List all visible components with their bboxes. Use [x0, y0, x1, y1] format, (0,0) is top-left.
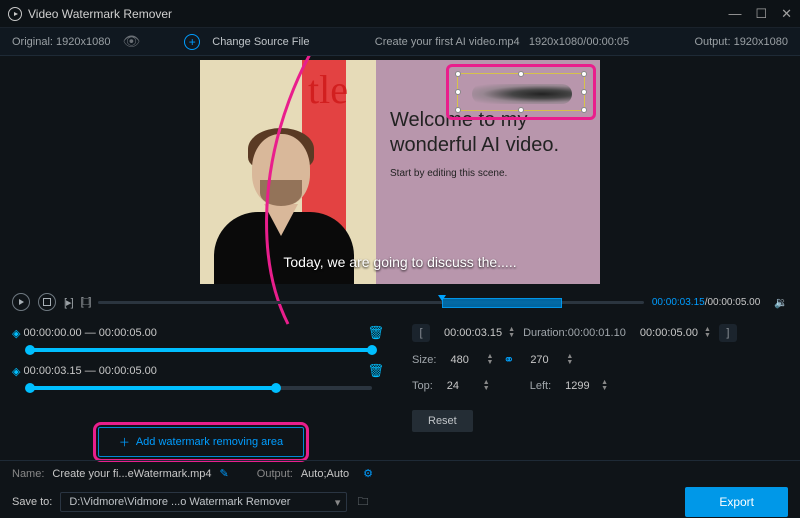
stepper[interactable]: ▲▼	[566, 354, 573, 366]
resize-handle-tl[interactable]	[455, 71, 461, 77]
save-path-value: D:\Vidmore\Vidmore ...o Watermark Remove…	[69, 496, 290, 508]
parameters-panel: [ 00:00:03.15▲▼ Duration:00:00:01.10 00:…	[400, 316, 800, 462]
mark-in-button[interactable]: [▸]	[64, 296, 73, 309]
duration-label: Duration:00:00:01.10	[523, 327, 626, 339]
top-label: Top:	[412, 380, 433, 392]
segment-slider[interactable]	[30, 348, 372, 352]
annotation-highlight-add-button: ＋ Add watermark removing area	[93, 422, 309, 462]
add-watermark-area-button[interactable]: ＋ Add watermark removing area	[98, 427, 304, 457]
range-end-field[interactable]: 00:00:05.00	[634, 325, 704, 341]
source-file-info: Create your first AI video.mp4 1920x1080…	[375, 36, 629, 48]
bracket-end-icon[interactable]: ]	[719, 324, 737, 342]
stepper[interactable]: ▲▼	[601, 380, 608, 392]
video-frame[interactable]: tle Welcome to my wonderful AI video. St…	[200, 60, 600, 284]
resize-handle-ml[interactable]	[455, 89, 461, 95]
resize-handle-br[interactable]	[581, 107, 587, 113]
slider-knob-start[interactable]	[25, 345, 35, 355]
stepper[interactable]: ▲▼	[704, 327, 711, 339]
stop-button[interactable]	[38, 293, 56, 311]
output-name-value: Create your fi...eWatermark.mp4	[52, 468, 211, 480]
original-resolution-label: Original: 1920x1080	[12, 36, 110, 48]
size-label: Size:	[412, 354, 436, 366]
change-source-button[interactable]: Change Source File	[212, 36, 309, 48]
output-value: Auto;Auto	[301, 468, 349, 480]
edit-name-icon[interactable]: ✎	[220, 467, 229, 480]
play-button[interactable]	[12, 293, 30, 311]
stepper[interactable]: ▲▼	[508, 327, 515, 339]
video-subtitle: Today, we are going to discuss the.....	[283, 254, 516, 270]
slider-knob-end[interactable]	[367, 345, 377, 355]
app-title: Video Watermark Remover	[28, 7, 728, 21]
add-watermark-area-label: Add watermark removing area	[136, 436, 283, 448]
segment-start: 00:00:00.00	[24, 327, 82, 339]
close-button[interactable]: ✕	[781, 6, 792, 22]
seek-playhead-icon[interactable]	[438, 295, 446, 301]
name-label: Name:	[12, 468, 44, 480]
watermark-blur-preview	[472, 84, 572, 104]
left-label: Left:	[530, 380, 551, 392]
visibility-toggle-icon[interactable]: 👁	[122, 33, 140, 50]
annotation-highlight-box	[446, 64, 596, 120]
frame-left-region: tle	[200, 60, 376, 284]
segment-slider[interactable]	[30, 386, 372, 390]
left-field[interactable]: 1299	[559, 378, 601, 394]
resize-handle-tc[interactable]	[518, 71, 524, 77]
segment-tag-icon: ◈	[12, 327, 20, 340]
range-start-field[interactable]: 00:00:03.15	[438, 325, 508, 341]
segment-end: 00:00:05.00	[99, 327, 157, 339]
delete-segment-icon[interactable]: 🗑	[367, 325, 384, 341]
open-folder-icon[interactable]: 🗀	[357, 493, 368, 512]
resize-handle-bc[interactable]	[518, 107, 524, 113]
resize-handle-mr[interactable]	[581, 89, 587, 95]
output-settings-icon[interactable]: ⚙	[363, 467, 373, 480]
reset-button[interactable]: Reset	[412, 410, 473, 432]
titlebar: Video Watermark Remover — ☐ ✕	[0, 0, 800, 28]
segments-panel: ◈ 00:00:00.00 — 00:00:05.00 🗑 ◈ 00:00:03…	[0, 316, 400, 462]
resize-handle-tr[interactable]	[581, 71, 587, 77]
playback-bar: [▸] [□] 00:00:03.15/00:00:05.00 🔉	[0, 288, 800, 316]
save-to-label: Save to:	[12, 496, 52, 508]
stepper[interactable]: ▲▼	[483, 380, 490, 392]
minimize-button[interactable]: —	[728, 6, 741, 22]
bracket-start-icon[interactable]: [	[412, 324, 430, 342]
width-field[interactable]: 480	[444, 352, 486, 368]
time-display: 00:00:03.15/00:00:05.00	[652, 297, 760, 308]
footer-action-bar: Save to: D:\Vidmore\Vidmore ...o Waterma…	[0, 486, 800, 518]
decorative-tle-text: tle	[308, 66, 348, 113]
volume-icon[interactable]: 🔉	[774, 296, 788, 309]
export-button[interactable]: Export	[685, 487, 788, 517]
top-field[interactable]: 24	[441, 378, 483, 394]
watermark-selection-box[interactable]	[457, 73, 585, 111]
footer-info-bar: Name: Create your fi...eWatermark.mp4 ✎ …	[0, 460, 800, 486]
output-resolution-label: Output: 1920x1080	[694, 36, 788, 48]
slide-subheading: Start by editing this scene.	[390, 168, 586, 179]
add-source-icon[interactable]: +	[184, 34, 200, 50]
segment-row[interactable]: ◈ 00:00:03.15 — 00:00:05.00 🗑	[12, 360, 390, 382]
app-logo-icon	[8, 7, 22, 21]
segment-start: 00:00:03.15	[24, 365, 82, 377]
mark-out-button[interactable]: [□]	[81, 296, 91, 308]
output-label: Output:	[257, 468, 293, 480]
slider-knob-start[interactable]	[25, 383, 35, 393]
delete-segment-icon[interactable]: 🗑	[367, 363, 384, 379]
toolbar: Original: 1920x1080 👁 + Change Source Fi…	[0, 28, 800, 56]
save-path-dropdown[interactable]: D:\Vidmore\Vidmore ...o Watermark Remove…	[60, 492, 347, 512]
chevron-down-icon: ▾	[335, 496, 341, 509]
seek-bar[interactable]	[98, 298, 643, 306]
link-aspect-icon[interactable]: ⚭	[503, 352, 514, 368]
maximize-button[interactable]: ☐	[755, 6, 767, 22]
segment-row[interactable]: ◈ 00:00:00.00 — 00:00:05.00 🗑	[12, 322, 390, 344]
seek-selection[interactable]	[442, 298, 562, 308]
stepper[interactable]: ▲▼	[486, 354, 493, 366]
slider-knob-end[interactable]	[271, 383, 281, 393]
segment-end: 00:00:05.00	[99, 365, 157, 377]
plus-icon: ＋	[119, 434, 130, 450]
segment-tag-icon: ◈	[12, 365, 20, 378]
video-preview-stage: tle Welcome to my wonderful AI video. St…	[0, 56, 800, 288]
resize-handle-bl[interactable]	[455, 107, 461, 113]
height-field[interactable]: 270	[524, 352, 566, 368]
